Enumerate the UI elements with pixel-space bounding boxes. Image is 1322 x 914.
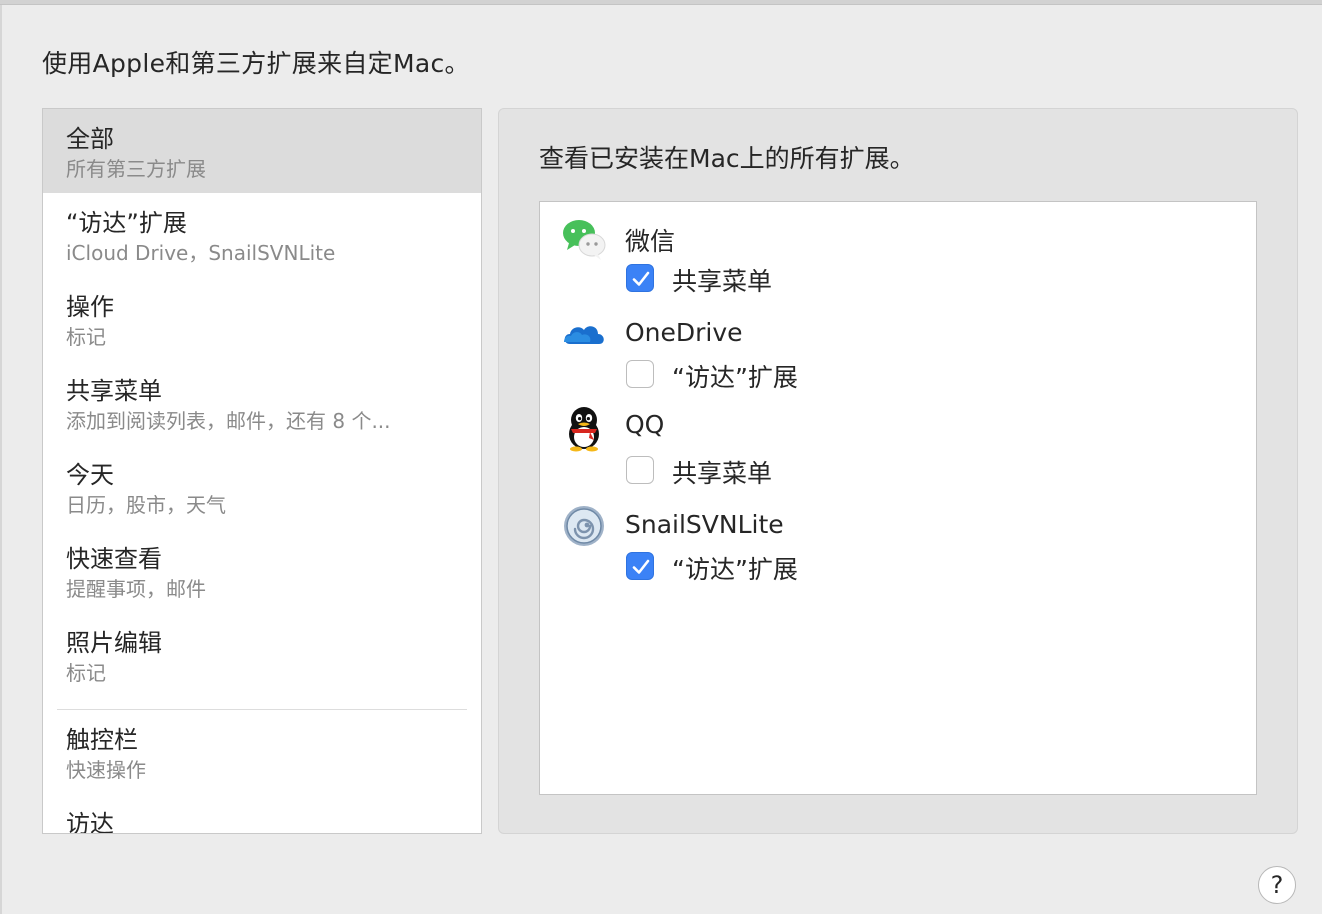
sidebar-item-title: 照片编辑 [66,629,162,657]
sidebar-item-subtitle: 快速操作 [66,758,146,782]
sidebar-item-title: 操作 [66,293,114,321]
sidebar-item-touch-bar[interactable]: 触控栏 快速操作 [43,710,481,794]
sidebar-item-title: 全部 [66,125,114,153]
sidebar-item-subtitle: iCloud Drive，SnailSVNLite [66,241,336,265]
checkmark-icon [632,559,650,574]
sidebar-item-title: 访达 [66,810,114,834]
sidebar-item-subtitle: 标记 [66,661,106,685]
onedrive-icon [560,312,608,360]
sidebar-item-subtitle: 标记 [66,325,106,349]
sidebar-item-actions[interactable]: 操作 标记 [43,277,481,361]
sidebar-item-subtitle: 所有第三方扩展 [66,157,206,181]
window-left-edge [0,5,2,914]
option-label: “访达”扩展 [672,555,798,584]
sidebar-item-photos-editing[interactable]: 照片编辑 标记 [43,613,481,697]
sidebar-item-subtitle: 添加到阅读列表，邮件，还有 8 个... [66,409,391,433]
extension-category-list[interactable]: 全部 所有第三方扩展 “访达”扩展 iCloud Drive，SnailSVNL… [42,108,482,834]
app-name: QQ [625,410,665,439]
sidebar-item-all[interactable]: 全部 所有第三方扩展 [43,109,481,193]
option-label: “访达”扩展 [672,363,798,392]
sidebar-item-subtitle: 提醒事项，邮件 [66,577,206,601]
snailsvn-icon [560,504,608,552]
sidebar-item-finder[interactable]: 访达 [43,794,481,834]
wechat-icon [560,216,608,264]
option-label: 共享菜单 [672,267,773,296]
sidebar-item-share-menu[interactable]: 共享菜单 添加到阅读列表，邮件，还有 8 个... [43,361,481,445]
panel-title: 查看已安装在Mac上的所有扩展。 [539,144,915,173]
checkbox[interactable] [626,360,654,388]
option-label: 共享菜单 [672,459,773,488]
extensions-detail-panel: 查看已安装在Mac上的所有扩展。 微信 共享菜单 OneDrive “访达”扩展… [498,108,1298,834]
extension-list[interactable]: 微信 共享菜单 OneDrive “访达”扩展 QQ 共享菜单 SnailSVN… [539,201,1257,795]
app-name: OneDrive [625,318,743,347]
help-button[interactable]: ? [1258,866,1296,904]
checkmark-icon [632,271,650,286]
app-name: SnailSVNLite [625,510,784,539]
checkbox[interactable] [626,264,654,292]
sidebar-item-subtitle: 日历，股市，天气 [66,493,226,517]
sidebar-item-quick-look[interactable]: 快速查看 提醒事项，邮件 [43,529,481,613]
checkbox[interactable] [626,456,654,484]
sidebar-item-title: 快速查看 [66,545,162,573]
window-top-edge [0,0,1322,5]
page-title: 使用Apple和第三方扩展来自定Mac。 [42,49,470,78]
checkbox[interactable] [626,552,654,580]
app-name: 微信 [625,227,676,256]
sidebar-item-title: 共享菜单 [66,377,162,405]
sidebar-item-today[interactable]: 今天 日历，股市，天气 [43,445,481,529]
qq-icon [560,404,608,452]
sidebar-item-title: “访达”扩展 [66,209,187,237]
sidebar-item-title: 触控栏 [66,726,138,754]
sidebar-item-title: 今天 [66,461,114,489]
sidebar-item-finder-extensions[interactable]: “访达”扩展 iCloud Drive，SnailSVNLite [43,193,481,277]
